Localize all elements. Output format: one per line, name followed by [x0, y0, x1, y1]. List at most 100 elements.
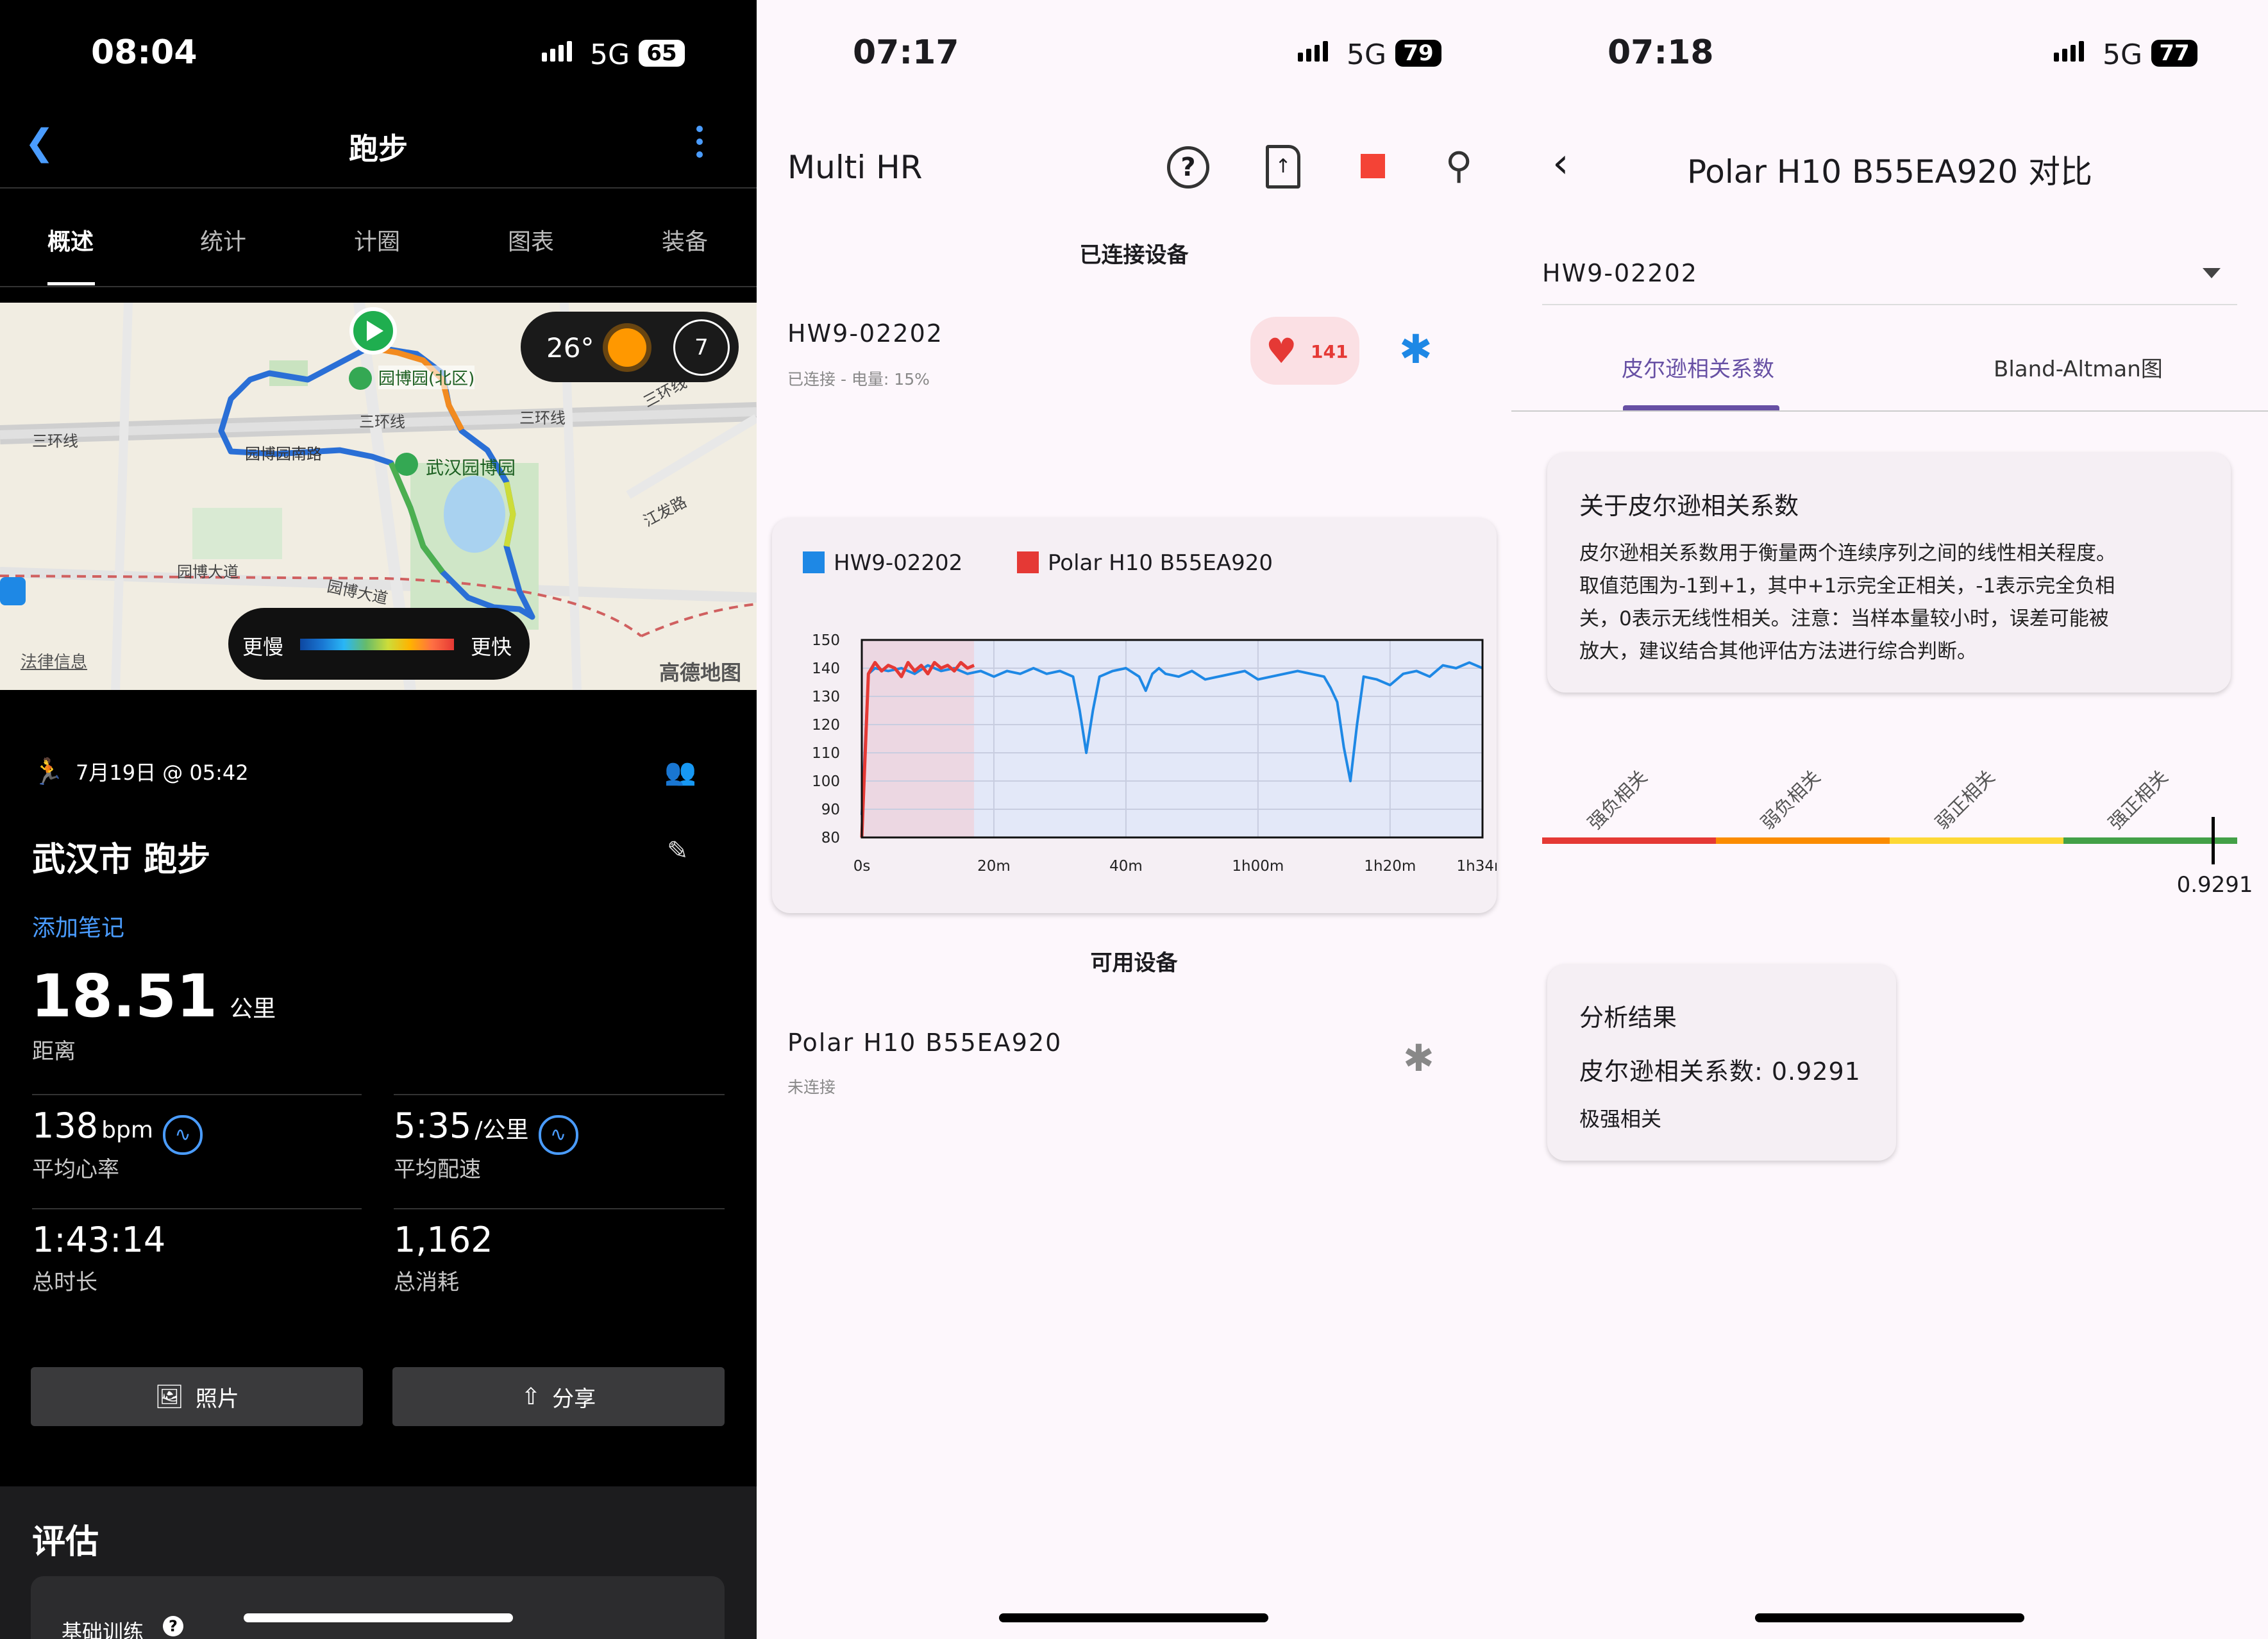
map-label: 园博园(北区)	[378, 366, 475, 389]
tab-laps[interactable]: 计圈	[354, 223, 400, 256]
page-title: 跑步	[349, 131, 408, 166]
available-header: 可用设备	[1090, 950, 1178, 976]
map-label: 园博大道	[177, 563, 239, 581]
bluetooth-connected-icon[interactable]: ✱	[1399, 326, 1432, 373]
correlation-scale: 强负相关 弱负相关 弱正相关 强正相关 0.9291	[1542, 737, 2253, 917]
info-line: 皮尔逊相关系数用于衡量两个连续序列之间的线性相关程度。	[1579, 542, 2116, 565]
network-label: 5G	[590, 38, 630, 71]
legal-link[interactable]: 法律信息	[21, 649, 87, 673]
y-tick-label: 150	[812, 632, 840, 649]
pace-block: 5:35 /公里 ∿	[394, 1105, 578, 1155]
connected-header: 已连接设备	[1079, 242, 1189, 268]
scale-marker	[2211, 817, 2215, 864]
network-label: 5G	[2103, 38, 2143, 71]
people-icon[interactable]: 👥	[664, 757, 696, 787]
y-tick-label: 90	[821, 802, 840, 818]
add-note-link[interactable]: 添加笔记	[32, 909, 124, 943]
route-map[interactable]: 园博园(北区) 三环线 三环线 三环线 园博园南路 武汉园博园 江发路 三环线 …	[0, 303, 757, 690]
evaluation-card[interactable]: 基础训练 ?	[31, 1576, 725, 1639]
home-indicator[interactable]	[244, 1613, 513, 1622]
add-photo-icon: 🖼	[155, 1384, 184, 1410]
battery-icon: 77	[2151, 40, 2197, 67]
running-person-icon: 🏃	[32, 757, 64, 787]
signal-icon	[2054, 41, 2084, 62]
info-line: 取值范围为-1到+1，其中+1示完全正相关，-1表示完全负相	[1579, 575, 2115, 598]
device-status: 已连接 - 电量: 15%	[787, 370, 930, 389]
tab-pearson[interactable]: 皮尔逊相关系数	[1622, 351, 1774, 383]
heart-rate-badge: ♥ 141	[1250, 317, 1359, 385]
stop-icon[interactable]	[1361, 154, 1385, 178]
tab-charts[interactable]: 图表	[508, 223, 554, 256]
share-button-label: 分享	[552, 1386, 596, 1412]
x-tick-label: 1h20m	[1364, 858, 1416, 875]
scale-label: 弱正相关	[1931, 766, 1999, 834]
tab-bland-altman[interactable]: Bland-Altman图	[1994, 351, 2163, 383]
y-tick-label: 120	[812, 717, 840, 734]
help-icon[interactable]: ?	[163, 1616, 183, 1636]
result-card: 分析结果 皮尔逊相关系数: 0.9291 极强相关	[1547, 964, 1896, 1161]
heart-rate-value: 141	[1311, 341, 1348, 362]
scale-segment	[1890, 837, 2063, 844]
help-icon[interactable]: ?	[1167, 146, 1209, 189]
panel-comparison: 07:18 5G 77 ‹ Polar H10 B55EA920 对比 HW9-…	[1511, 0, 2268, 1639]
result-description: 极强相关	[1579, 1107, 1662, 1131]
y-tick-label: 130	[812, 689, 840, 705]
pace-unit: /公里	[475, 1117, 529, 1143]
scale-bar	[1542, 837, 2237, 844]
tab-overview[interactable]: 概述	[47, 223, 94, 256]
x-tick-label: 0s	[853, 858, 871, 875]
map-label: 三环线	[359, 413, 405, 431]
hr-chart-card: HW9-02202 Polar H10 B55EA920 150 140 130 12…	[772, 518, 1497, 913]
x-tick-label: 1h00m	[1232, 858, 1284, 875]
share-icon: ⇧	[521, 1383, 541, 1410]
distance-unit: 公里	[230, 996, 276, 1022]
info-line: 放大，建议结合其他评估方法进行综合判断。	[1579, 640, 1977, 663]
scale-value: 0.9291	[2176, 872, 2253, 898]
scale-segment	[1542, 837, 1716, 844]
pulse-icon[interactable]: ∿	[163, 1114, 203, 1155]
pace-value: 5:35	[394, 1105, 472, 1146]
pulse-icon[interactable]: ∿	[538, 1114, 578, 1155]
dropdown-underline	[1542, 304, 2237, 305]
edit-pencil-icon[interactable]: ✎	[667, 836, 689, 866]
sun-icon	[608, 328, 646, 367]
y-tick-label: 110	[812, 745, 840, 762]
status-time: 07:17	[853, 33, 959, 72]
share-button[interactable]: ⇧ 分享	[392, 1367, 725, 1426]
distance-value: 18.51	[31, 962, 218, 1030]
photo-button[interactable]: 🖼 照片	[31, 1367, 363, 1426]
device-name[interactable]: HW9-02202	[787, 319, 943, 348]
search-icon[interactable]: ⚲	[1445, 144, 1472, 187]
more-vertical-icon[interactable]	[696, 126, 704, 158]
device-dropdown[interactable]: HW9-02202	[1542, 259, 1698, 287]
tab-divider	[1511, 410, 2268, 412]
result-title: 分析结果	[1579, 1004, 1677, 1032]
pace-label: 平均配速	[394, 1157, 481, 1182]
home-indicator[interactable]	[1755, 1613, 2024, 1622]
scale-segment	[1716, 837, 1890, 844]
y-tick-label: 80	[821, 830, 840, 846]
panel-running-summary: 08:04 5G 65 ❮ 跑步 概述 统计 计圈 图表 装备 园博园(北区) …	[0, 0, 757, 1639]
x-tick-label: 1h34m	[1457, 858, 1497, 875]
bluetooth-icon[interactable]: ✱	[1403, 1036, 1434, 1080]
calories-label: 总消耗	[394, 1270, 459, 1295]
calories-value: 1,162	[394, 1220, 493, 1260]
info-title: 关于皮尔逊相关系数	[1579, 492, 1799, 520]
photo-button-label: 照片	[195, 1386, 239, 1412]
home-indicator[interactable]	[999, 1613, 1268, 1622]
panel-multi-hr: 07:17 5G 79 Multi HR ? ↑ ⚲ 已连接设备 HW9-022…	[757, 0, 1511, 1639]
hr-value: 138	[32, 1105, 99, 1146]
battery-icon: 65	[639, 40, 685, 67]
device-name[interactable]: Polar H10 B55EA920	[787, 1029, 1062, 1057]
map-label: 三环线	[32, 432, 78, 450]
tab-gear[interactable]: 装备	[662, 223, 708, 256]
legend-fast: 更快	[471, 635, 512, 659]
tab-stats[interactable]: 统计	[200, 223, 246, 256]
y-tick-label: 140	[812, 660, 840, 677]
export-file-icon[interactable]: ↑	[1266, 145, 1300, 189]
evaluation-title: 评估	[32, 1523, 99, 1561]
dropdown-arrow-icon[interactable]	[2203, 268, 2221, 278]
distance-block: 18.51 公里	[31, 962, 276, 1030]
pace-gradient-bar	[300, 639, 454, 650]
network-label: 5G	[1347, 38, 1387, 71]
